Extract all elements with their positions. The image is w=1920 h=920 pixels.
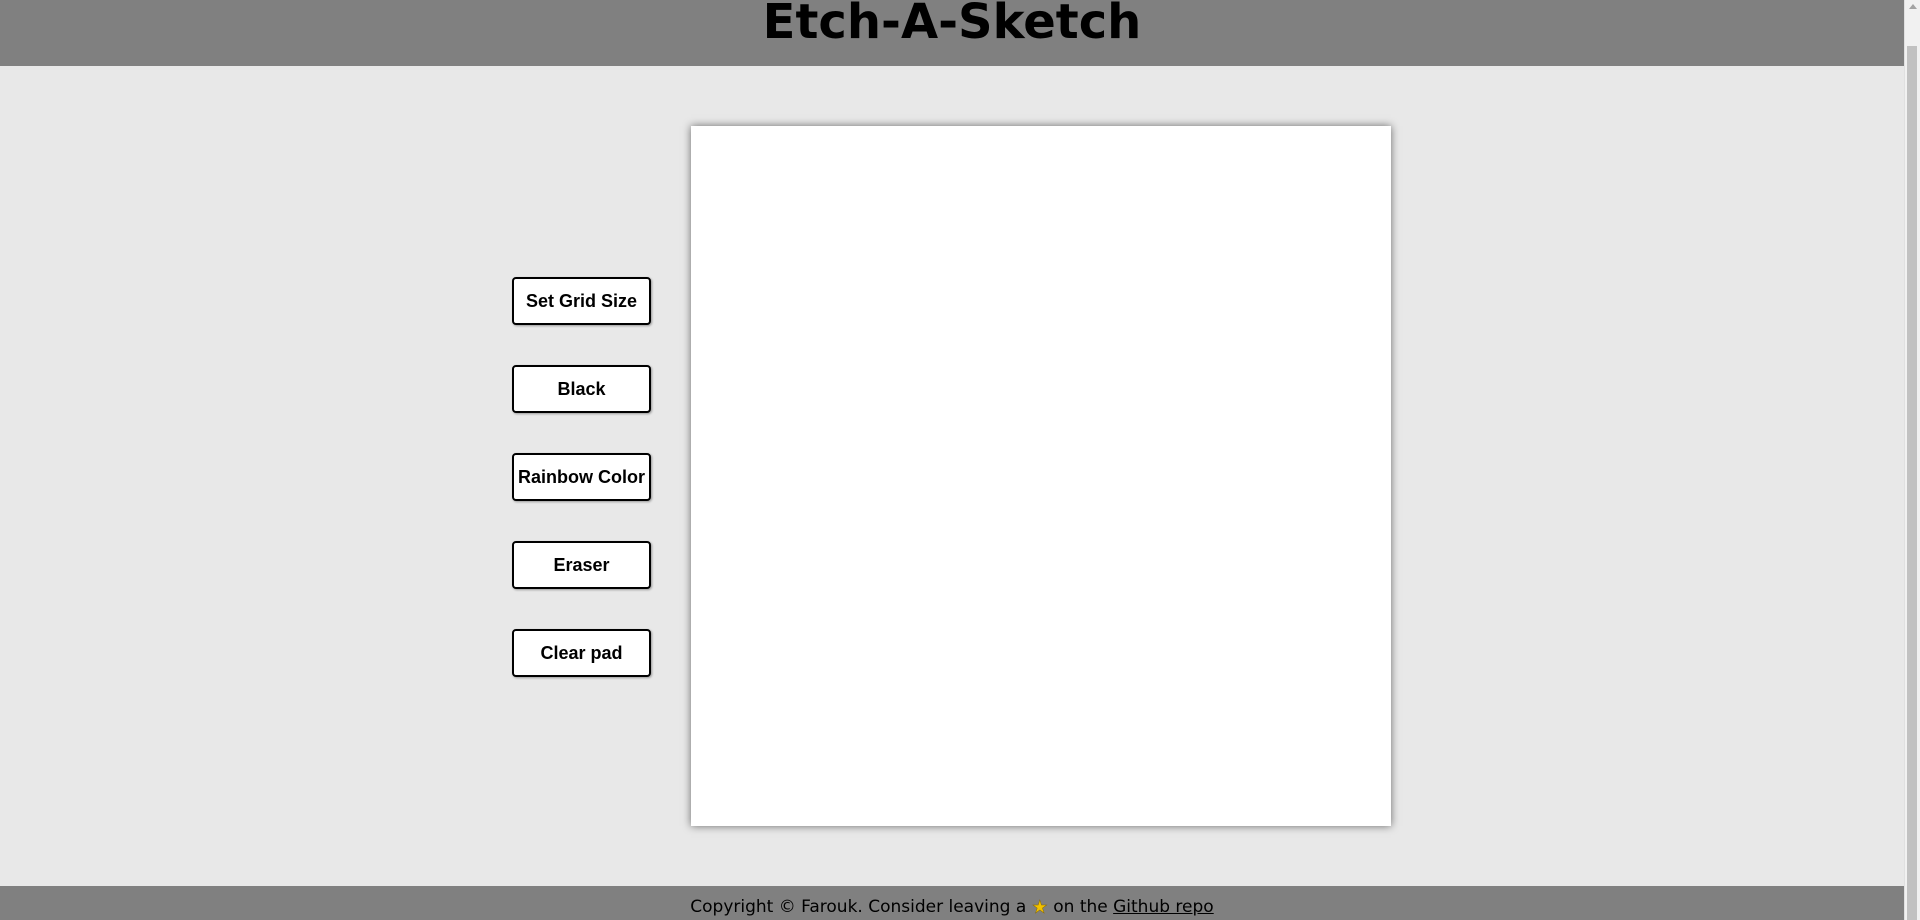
footer-bar: Copyright © Farouk. Consider leaving a ★… [0, 886, 1904, 920]
vertical-scrollbar[interactable] [1904, 0, 1920, 920]
clear-pad-button[interactable]: Clear pad [512, 629, 651, 677]
copyright-text: Copyright © Farouk. Consider leaving a [690, 897, 1027, 917]
page: Etch-A-Sketch Set Grid Size Black Rainbo… [0, 0, 1920, 920]
scroll-up-arrow-icon[interactable] [1909, 4, 1917, 9]
star-icon: ★ [1031, 897, 1048, 918]
sketch-pad[interactable] [691, 126, 1391, 826]
footer-text: Copyright © Farouk. Consider leaving a ★… [690, 894, 1213, 920]
eraser-button[interactable]: Eraser [512, 541, 651, 589]
set-grid-size-button[interactable]: Set Grid Size [512, 277, 651, 325]
github-repo-link[interactable]: Github repo [1113, 897, 1214, 917]
main-area: Set Grid Size Black Rainbow Color Eraser… [0, 66, 1904, 886]
scrollbar-thumb[interactable] [1907, 46, 1917, 920]
controls-panel: Set Grid Size Black Rainbow Color Eraser… [512, 277, 651, 717]
rainbow-color-button[interactable]: Rainbow Color [512, 453, 651, 501]
header-bar: Etch-A-Sketch [0, 0, 1904, 66]
page-title: Etch-A-Sketch [762, 0, 1142, 50]
footer-on-the-text: on the [1053, 897, 1108, 917]
black-color-button[interactable]: Black [512, 365, 651, 413]
